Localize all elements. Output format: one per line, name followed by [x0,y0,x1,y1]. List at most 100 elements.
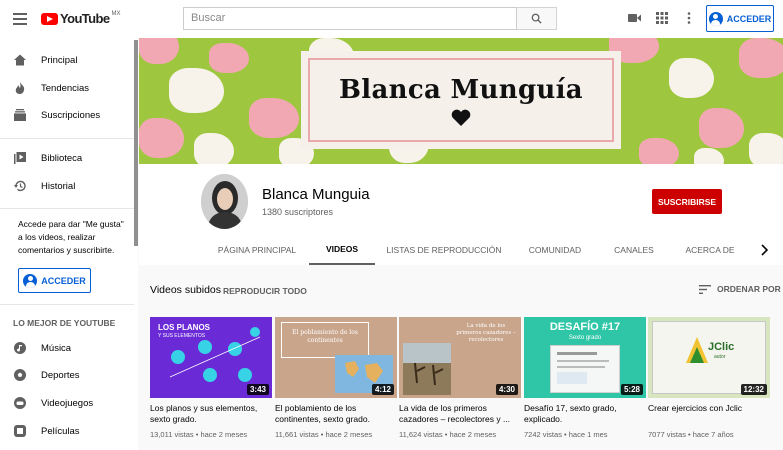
sidebar-divider [0,304,134,305]
signin-label: ACCEDER [41,275,86,286]
video-meta: 7077 vistas • hace 7 años [648,430,734,439]
sidebar-item-videojuegos[interactable]: Videojuegos [0,390,134,416]
sort-button[interactable]: ORDENAR POR [699,284,781,294]
tab-videos[interactable]: VIDEOS [309,235,375,265]
channel-avatar[interactable] [201,174,248,229]
video-meta: 11,661 vistas • hace 2 meses [275,430,373,439]
signin-label: ACCEDER [726,13,772,24]
sidebar-divider [0,208,134,209]
thumbnail-subtext: autor [714,354,726,360]
sidebar-item-principal[interactable]: Principal [0,47,134,73]
sidebar-item-biblioteca[interactable]: Biblioteca [0,145,134,171]
sidebar-item-label: Deportes [41,369,80,381]
channel-tabs: PÁGINA PRINCIPAL VIDEOS LISTAS DE REPROD… [139,235,783,265]
video-title[interactable]: Crear ejercicios con Jclic [648,403,770,425]
youtube-play-icon [41,12,58,25]
tab-acerca-de[interactable]: ACERCA DE [675,235,745,265]
gaming-icon [13,397,26,410]
sidebar-item-tendencias[interactable]: Tendencias [0,75,134,101]
top-bar: YouTube MX Buscar ACCEDER [0,0,783,38]
apps-grid-icon[interactable] [655,11,669,25]
channel-name: Blanca Munguia [262,186,370,203]
thumbnail-text: DESAFÍO #17 [549,321,621,333]
movies-icon [13,425,26,438]
search-button[interactable] [517,7,557,30]
video-card[interactable]: El poblamiento de los continentes 4:12 E… [275,317,397,439]
duration-badge: 3:43 [246,384,269,395]
sidebar-item-label: Películas [41,425,80,437]
sidebar-divider [0,138,134,139]
tab-pagina-principal[interactable]: PÁGINA PRINCIPAL [207,235,307,265]
signin-button[interactable]: ACCEDER [706,5,774,32]
video-card[interactable]: DESAFÍO #17 Sexto grado 5:28 Desafío 17,… [524,317,646,439]
subscriber-count: 1380 suscriptores [262,207,334,217]
logo-country: MX [111,10,121,17]
logo-text: YouTube [60,11,110,26]
library-icon [13,152,26,165]
sidebar-item-musica[interactable]: Música [0,335,134,361]
video-thumbnail[interactable]: DESAFÍO #17 Sexto grado 5:28 [524,317,646,398]
sidebar-item-label: Suscripciones [41,109,101,121]
play-all-button[interactable]: REPRODUCIR TODO [223,286,307,296]
sort-label: ORDENAR POR [717,284,781,294]
sidebar-item-peliculas[interactable]: Películas [0,418,134,444]
signin-prompt: Accede para dar "Me gusta" a los videos,… [18,219,124,255]
sidebar-item-label: Principal [41,54,78,66]
video-title[interactable]: La vida de los primeros cazadores – reco… [399,403,521,425]
video-title[interactable]: Los planos y sus elementos, sexto grado. [150,403,272,425]
video-thumbnail[interactable]: La vida de los primeros cazadores – reco… [399,317,521,398]
chevron-right-icon[interactable] [760,243,769,261]
video-thumbnail[interactable]: JClic autor 12:32 [648,317,770,398]
thumbnail-text: JClic [708,341,735,353]
video-card[interactable]: La vida de los primeros cazadores – reco… [399,317,521,439]
sidebar: Principal Tendencias Suscripciones Bibli… [0,38,138,450]
video-thumbnail[interactable]: LOS PLANOS Y SUS ELEMENTOS 3:43 [150,317,272,398]
subscribe-button[interactable]: SUSCRIBIRSE [652,189,722,214]
sort-icon [699,284,711,294]
video-meta: 11,624 vistas • hace 2 meses [399,430,497,439]
create-video-icon[interactable] [627,11,641,25]
sports-icon [13,369,26,382]
duration-badge: 5:28 [620,384,643,395]
duration-badge: 4:12 [371,384,394,395]
video-title[interactable]: Desafío 17, sexto grado, explicado. [524,403,646,425]
sidebar-item-suscripciones[interactable]: Suscripciones [0,102,134,128]
sidebar-item-label: Historial [41,180,76,192]
music-icon [13,342,26,355]
search-icon [531,13,542,24]
sidebar-item-label: Música [41,342,72,354]
banner-title-card: Blanca Munguía [301,51,621,149]
youtube-logo[interactable]: YouTube MX [41,11,120,26]
sidebar-item-historial[interactable]: Historial [0,173,134,199]
banner-title: Blanca Munguía [339,74,583,105]
video-card[interactable]: JClic autor 12:32 Crear ejercicios con J… [648,317,770,439]
user-icon [23,273,38,288]
duration-badge: 4:30 [495,384,518,395]
sidebar-item-label: Tendencias [41,82,90,94]
video-meta: 7242 vistas • hace 1 mes [524,430,608,439]
home-icon [13,54,26,67]
duration-badge: 12:32 [740,384,767,395]
trending-icon [13,82,26,95]
video-card[interactable]: LOS PLANOS Y SUS ELEMENTOS 3:43 Los plan… [150,317,272,439]
section-heading: Videos subidos [150,284,222,296]
thumbnail-text: El poblamiento de los continentes [292,329,358,344]
subscriptions-icon [13,109,26,122]
video-thumbnail[interactable]: El poblamiento de los continentes 4:12 [275,317,397,398]
search-input[interactable]: Buscar [183,7,517,30]
video-title[interactable]: El poblamiento de los continentes, sexto… [275,403,397,425]
sidebar-scrollbar[interactable] [134,40,138,246]
menu-icon[interactable] [13,13,27,25]
sidebar-item-label: Videojuegos [41,397,94,409]
more-vert-icon[interactable] [682,11,696,25]
heart-icon [451,109,471,126]
tab-comunidad[interactable]: COMUNIDAD [515,235,595,265]
tab-canales[interactable]: CANALES [605,235,663,265]
sidebar-item-deportes[interactable]: Deportes [0,362,134,388]
sidebar-item-label: Biblioteca [41,152,83,164]
sidebar-signin-button[interactable]: ACCEDER [18,268,91,293]
history-icon [13,180,26,193]
thumbnail-subtext: Sexto grado [568,335,602,341]
best-of-youtube-heading: LO MEJOR DE YOUTUBE [13,318,116,328]
tab-listas[interactable]: LISTAS DE REPRODUCCIÓN [383,235,505,265]
